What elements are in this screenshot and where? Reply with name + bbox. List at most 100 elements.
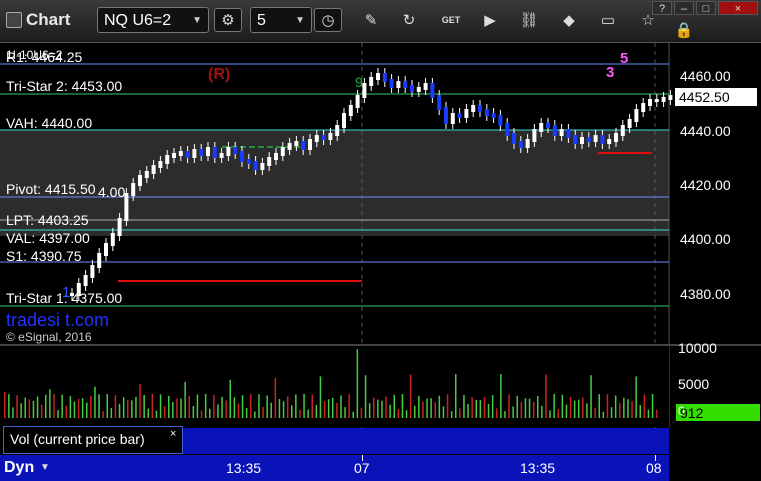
seq-label: 1: [62, 284, 71, 301]
candle-body: [328, 133, 333, 140]
level-label: Pivot: 4415.50: [6, 181, 96, 197]
candle-body: [484, 109, 489, 116]
chevron-down-icon: ▼: [295, 15, 305, 26]
volume-bar: [213, 394, 215, 418]
candle-body: [178, 151, 183, 156]
volume-bar: [237, 403, 240, 418]
volume-bar: [192, 406, 195, 418]
candle-body: [648, 99, 652, 106]
volume-bar: [151, 394, 154, 418]
volume-bar: [651, 394, 654, 418]
link-icon[interactable]: ⛓: [515, 8, 543, 32]
watermark: tradesi t.com: [6, 310, 110, 330]
close-button[interactable]: ×: [718, 1, 758, 15]
candle-body: [410, 85, 414, 92]
volume-bar: [221, 396, 223, 418]
volume-bar: [647, 409, 650, 418]
volume-bar: [336, 402, 338, 418]
play-icon[interactable]: ▶: [476, 8, 504, 32]
price-axis-label: 4460.00: [680, 68, 731, 84]
volume-bar: [586, 403, 588, 418]
clock-icon[interactable]: ◷: [314, 8, 342, 32]
gear-icon[interactable]: ⚙: [214, 8, 242, 32]
volume-bar: [106, 394, 108, 418]
close-icon[interactable]: ×: [170, 428, 176, 440]
price-chart[interactable]: [0, 43, 761, 481]
volume-bar: [430, 398, 432, 418]
volume-bar: [578, 399, 580, 418]
volume-bar: [65, 405, 67, 418]
minimize-button[interactable]: –: [674, 1, 694, 15]
get-icon[interactable]: GET: [437, 8, 465, 32]
volume-bar: [434, 402, 436, 418]
candle-body: [348, 105, 353, 116]
volume-bar: [606, 394, 609, 418]
candle-body: [661, 97, 666, 102]
comment-icon[interactable]: ▭: [594, 8, 622, 32]
lock-icon[interactable]: 🔒: [670, 18, 698, 42]
volume-bar: [569, 396, 572, 418]
volume-bar: [225, 400, 227, 418]
level-label: Tri-Star 2: 4453.00: [6, 78, 123, 94]
pencil-icon[interactable]: ✎: [357, 8, 385, 32]
chevron-down-icon[interactable]: ▼: [40, 462, 50, 473]
volume-bar: [364, 375, 367, 418]
volume-bar: [401, 394, 404, 418]
candle-body: [158, 161, 163, 168]
help-button[interactable]: ?: [652, 1, 672, 15]
volume-bar: [291, 405, 293, 418]
candle-body: [512, 133, 516, 144]
volume-bar: [16, 395, 18, 418]
volume-current-value: 912: [680, 405, 704, 421]
volume-bar: [532, 401, 535, 418]
candle-body: [423, 83, 428, 90]
candle-body: [335, 125, 340, 136]
candle-body: [212, 147, 217, 158]
time-label: 13:35: [226, 460, 262, 476]
interval-combo[interactable]: 5 ▼: [250, 7, 312, 33]
volume-bar: [196, 394, 199, 418]
candle-body: [396, 81, 401, 88]
candle-body: [437, 95, 442, 110]
volume-bar: [368, 403, 371, 418]
candle-body: [165, 155, 170, 164]
candle-body: [355, 95, 360, 108]
maximize-button[interactable]: □: [696, 1, 716, 15]
price-axis-label: 4420.00: [680, 177, 731, 193]
volume-bar: [155, 410, 158, 418]
volume-bar: [582, 397, 584, 418]
volume-bar: [77, 398, 80, 418]
seq-label: 9: [355, 74, 363, 90]
volume-bar: [655, 409, 658, 418]
candle-body: [226, 147, 231, 156]
symbol-combo[interactable]: NQ U6=2 ▼: [97, 7, 209, 33]
candle-body: [144, 171, 149, 178]
copyright: © eSignal, 2016: [6, 330, 92, 344]
volume-bar: [131, 400, 133, 418]
volume-bar: [168, 395, 170, 418]
study-strip: [183, 428, 669, 454]
volume-bar: [122, 397, 125, 418]
eraser-icon[interactable]: ◆: [555, 8, 583, 32]
volume-bar: [573, 400, 576, 418]
volume-bar: [295, 394, 297, 418]
refresh-icon[interactable]: ↻: [395, 8, 423, 32]
dyn-button[interactable]: Dyn: [0, 455, 38, 481]
volume-bar: [356, 349, 359, 418]
volume-bar: [479, 400, 482, 418]
volume-bar: [28, 399, 31, 418]
candle-body: [260, 163, 265, 170]
candle-body: [131, 183, 136, 196]
candle-body: [668, 95, 673, 100]
volume-bar: [377, 399, 379, 418]
candle-body: [464, 109, 469, 118]
volume-study-label[interactable]: Vol (current price bar): [3, 426, 183, 454]
volume-bar: [426, 398, 428, 418]
volume-bar: [352, 411, 354, 418]
volume-bar: [319, 376, 322, 418]
volume-bar: [409, 374, 412, 418]
overlap-text: 4.00: [98, 184, 126, 200]
volume-bar: [455, 374, 457, 418]
volume-bar: [217, 404, 219, 418]
volume-bar: [381, 400, 383, 418]
